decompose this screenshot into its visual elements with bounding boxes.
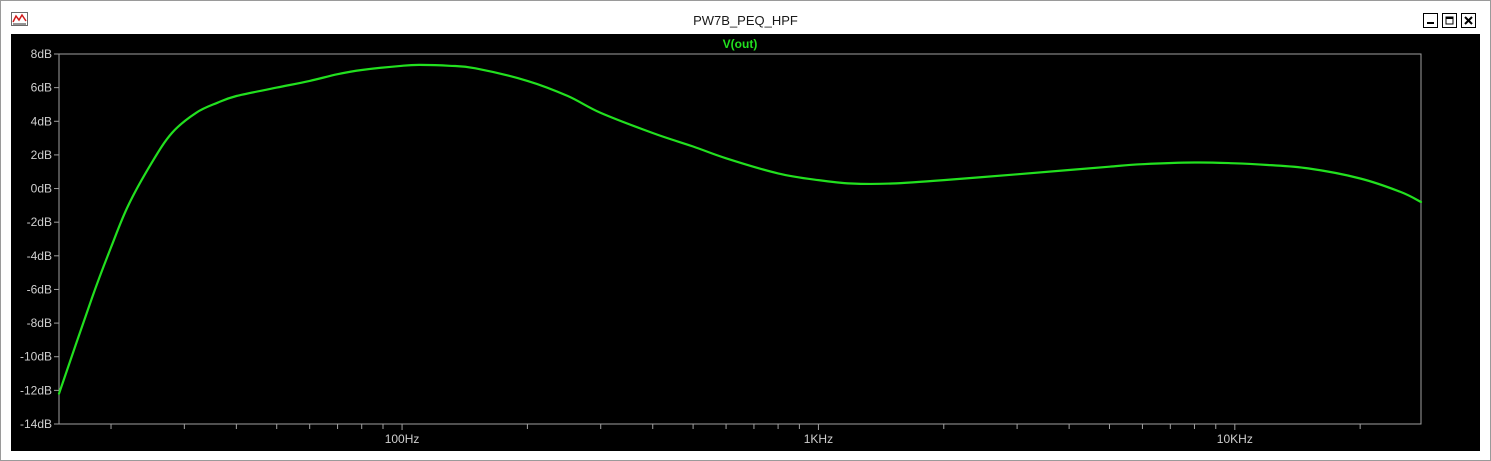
x-axis: 100Hz 1KHz 10KHz [110, 424, 1361, 446]
plot-pane[interactable]: 8dB 6dB 4dB 2dB 0dB -2dB -4dB -6dB -8dB -10dB -12d… [11, 34, 1480, 451]
waveform-plot[interactable]: 8dB 6dB 4dB 2dB 0dB -2dB -4dB -6dB -8dB -10dB -12d… [11, 34, 1480, 451]
maximize-button[interactable] [1442, 13, 1457, 28]
y-tick-label: -8dB [27, 316, 52, 330]
plot-frame [58, 53, 1422, 425]
y-tick-label: -10dB [20, 350, 52, 364]
y-tick-label: -14dB [20, 417, 52, 431]
trace-label[interactable]: V(out) [723, 37, 758, 51]
close-icon [1464, 16, 1473, 25]
y-axis: 8dB 6dB 4dB 2dB 0dB -2dB -4dB -6dB -8dB -10dB -12d… [20, 47, 59, 431]
y-tick-label: -6dB [27, 282, 52, 296]
y-tick-label: 8dB [31, 47, 52, 61]
y-tick-label: 4dB [31, 114, 52, 128]
y-tick-label: -12dB [20, 383, 52, 397]
y-tick-label: 0dB [31, 182, 52, 196]
minimize-button[interactable] [1423, 13, 1438, 28]
trace-v-out[interactable] [57, 63, 1423, 395]
y-tick-label: -2dB [27, 215, 52, 229]
y-tick-label: 6dB [31, 81, 52, 95]
x-tick-label: 100Hz [385, 432, 420, 446]
maximize-icon [1445, 16, 1454, 25]
x-tick-label: 1KHz [804, 432, 833, 446]
window-title: PW7B_PEQ_HPF [693, 13, 798, 28]
x-tick-label: 10KHz [1217, 432, 1253, 446]
title-bar[interactable]: PW7B_PEQ_HPF [1, 1, 1490, 31]
plot-window: PW7B_PEQ_HPF 8dB 6dB 4dB 2dB 0dB -2dB -4dB -6dB… [0, 0, 1491, 461]
y-tick-label: 2dB [31, 148, 52, 162]
close-button[interactable] [1461, 13, 1476, 28]
y-tick-label: -4dB [27, 249, 52, 263]
minimize-icon [1427, 22, 1434, 24]
